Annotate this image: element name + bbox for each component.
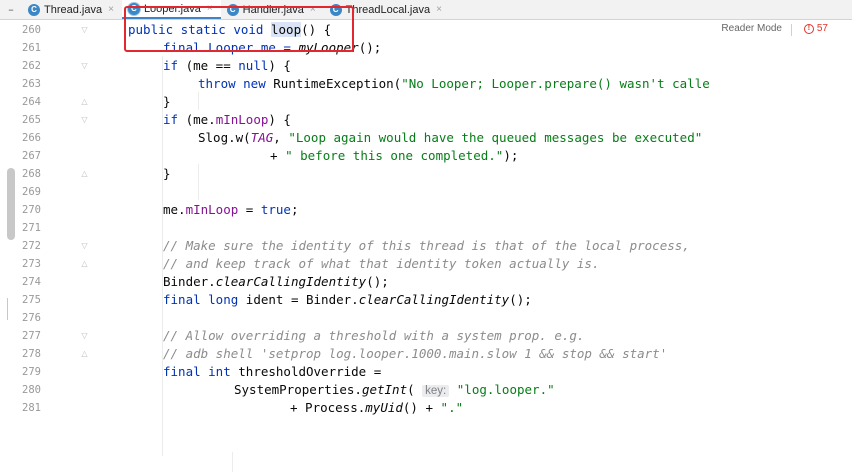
close-icon[interactable]: × [436,4,442,15]
line-number: 277 [22,330,41,342]
indent-guide [232,452,233,472]
fold-icon[interactable]: △ [80,97,89,107]
code-comment[interactable]: // adb shell 'setprop log.looper.1000.ma… [163,345,667,363]
code-text[interactable]: SystemProperties.getInt( key: "log.loope… [234,381,555,400]
tab-label: Handler.java [242,3,304,16]
code-line: 279 final int thresholdOverride = [0,363,852,381]
line-number: 264 [22,96,41,108]
tab-threadlocal-java[interactable]: C ThreadLocal.java × [324,0,450,19]
code-line: 280 SystemProperties.getInt( key: "log.l… [0,381,852,399]
line-number: 276 [22,312,41,324]
code-text[interactable]: final int thresholdOverride = [163,363,381,381]
line-number: 275 [22,294,41,306]
close-icon[interactable]: × [310,4,316,15]
close-icon[interactable]: × [108,4,114,15]
code-line: 271 [0,219,852,237]
line-number: 265 [22,114,41,126]
code-line: 281 + Process.myUid() + "." [0,399,852,417]
tab-looper-java[interactable]: C Looper.java × [121,0,221,19]
code-line: 263 throw new RuntimeException("No Loope… [0,75,852,93]
code-line: 264 △ } [0,93,852,111]
tab-label: ThreadLocal.java [345,3,431,16]
code-line: 274 Binder.clearCallingIdentity(); [0,273,852,291]
line-number: 269 [22,186,41,198]
code-comment[interactable]: // Allow overriding a threshold with a s… [163,327,584,345]
code-text[interactable]: throw new RuntimeException("No Looper; L… [198,75,710,93]
code-line: 270 me.mInLoop = true; [0,201,852,219]
fold-icon[interactable]: △ [80,169,89,179]
tab-handler-java[interactable]: C Handler.java × [221,0,324,19]
code-line: 269 [0,183,852,201]
fold-icon[interactable]: ▽ [80,61,89,71]
editor-tab-bar: – C Thread.java × C Looper.java × C Hand… [0,0,852,20]
code-text[interactable]: + Process.myUid() + "." [290,399,463,417]
code-line: 266 Slog.w(TAG, "Loop again would have t… [0,129,852,147]
code-line: 273 △ // and keep track of what that ide… [0,255,852,273]
fold-icon[interactable]: △ [80,259,89,269]
line-number: 263 [22,78,41,90]
close-icon[interactable]: × [207,3,213,14]
line-number: 271 [22,222,41,234]
line-number: 261 [22,42,41,54]
code-line: 272 ▽ // Make sure the identity of this … [0,237,852,255]
code-comment[interactable]: // and keep track of what that identity … [163,255,600,273]
fold-icon[interactable]: ▽ [80,115,89,125]
class-icon: C [28,3,40,16]
code-text[interactable]: } [163,93,171,111]
code-line: 275 final long ident = Binder.clearCalli… [0,291,852,309]
code-text[interactable]: final long ident = Binder.clearCallingId… [163,291,532,309]
code-line: 265 ▽ if (me.mInLoop) { [0,111,852,129]
code-line: 278 △ // adb shell 'setprop log.looper.1… [0,345,852,363]
code-comment[interactable]: // Make sure the identity of this thread… [163,237,690,255]
code-text[interactable]: if (me.mInLoop) { [163,111,291,129]
class-icon: C [127,2,140,15]
code-line: 260 ▽ public static void loop() { [0,21,852,39]
code-line: 277 ▽ // Allow overriding a threshold wi… [0,327,852,345]
code-line: 267 + " before this one completed."); [0,147,852,165]
line-number: 262 [22,60,41,72]
code-text[interactable]: } [163,165,171,183]
fold-icon [80,151,89,161]
class-icon: C [226,3,239,16]
fold-icon[interactable]: △ [80,349,89,359]
line-number: 272 [22,240,41,252]
parameter-hint: key: [422,385,450,397]
fold-icon [80,43,89,53]
line-number: 268 [22,168,41,180]
fold-icon[interactable]: ▽ [80,241,89,251]
code-text[interactable]: + " before this one completed."); [270,147,518,165]
tab-label: Thread.java [44,3,103,16]
code-text[interactable]: Binder.clearCallingIdentity(); [163,273,389,291]
line-number: 279 [22,366,41,378]
code-line: 276 [0,309,852,327]
code-text[interactable]: Slog.w(TAG, "Loop again would have the q… [198,129,702,147]
code-text[interactable]: final Looper me = myLooper(); [163,39,381,57]
code-line: 261 final Looper me = myLooper(); [0,39,852,57]
class-icon: C [329,3,342,16]
line-number: 267 [22,150,41,162]
line-number: 270 [22,204,41,216]
fold-icon[interactable]: ▽ [80,331,89,341]
line-number: 280 [22,384,41,396]
tab-thread-java[interactable]: C Thread.java × [22,0,122,19]
line-number: 274 [22,276,41,288]
tab-menu-icon[interactable]: – [0,0,22,19]
fold-icon [80,133,89,143]
line-number: 278 [22,348,41,360]
fold-icon[interactable]: ▽ [80,25,89,35]
line-number: 273 [22,258,41,270]
tab-label: Looper.java [143,2,201,15]
line-number: 281 [22,402,41,414]
line-number: 260 [22,24,41,36]
code-text[interactable]: public static void loop() { [128,21,331,39]
code-text[interactable]: if (me == null) { [163,57,291,75]
code-line: 262 ▽ if (me == null) { [0,57,852,75]
fold-icon [80,79,89,89]
code-editor[interactable]: Reader Mode ! 57 260 ▽ public static voi… [0,6,852,472]
code-line: 268 △ } [0,165,852,183]
line-number: 266 [22,132,41,144]
code-text[interactable]: me.mInLoop = true; [163,201,298,219]
